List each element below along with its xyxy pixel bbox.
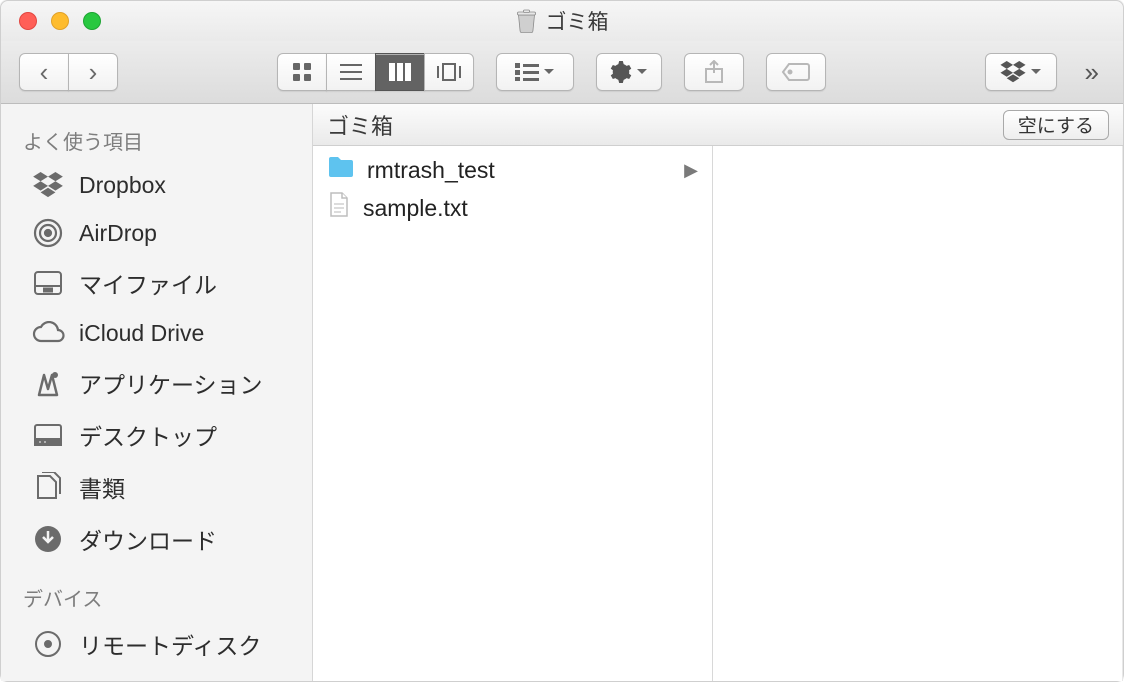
- toolbar-overflow-button[interactable]: »: [1079, 57, 1105, 88]
- column-1[interactable]: rmtrash_test ▶ sample.txt: [313, 146, 713, 681]
- share-button[interactable]: [684, 53, 744, 91]
- document-icon: [327, 192, 351, 224]
- dropbox-icon: [31, 170, 65, 200]
- sidebar: よく使う項目 Dropbox AirDrop マイファイル iCloud Dri…: [1, 104, 313, 681]
- chevron-down-icon: [543, 68, 555, 76]
- sidebar-item-label: Dropbox: [79, 172, 166, 199]
- sidebar-item-downloads[interactable]: ダウンロード: [1, 513, 312, 565]
- sidebar-item-documents[interactable]: 書類: [1, 461, 312, 513]
- window-title: ゴミ箱: [516, 6, 609, 36]
- trash-icon: [516, 9, 538, 33]
- sidebar-item-label: マイファイル: [79, 266, 217, 300]
- sidebar-item-remote-disc[interactable]: リモートディスク: [1, 618, 312, 670]
- title-bar: ゴミ箱: [1, 1, 1123, 41]
- back-button[interactable]: ‹: [19, 53, 69, 91]
- item-document[interactable]: sample.txt: [313, 188, 712, 228]
- item-name: sample.txt: [363, 195, 468, 222]
- view-column-button[interactable]: [375, 53, 425, 91]
- maximize-window-button[interactable]: [83, 12, 101, 30]
- path-bar: ゴミ箱 空にする: [313, 104, 1123, 146]
- toolbar: ‹ ›: [1, 41, 1123, 104]
- path-title: ゴミ箱: [327, 109, 393, 141]
- all-my-files-icon: [31, 268, 65, 298]
- coverflow-icon: [436, 63, 462, 81]
- sidebar-favorites-header: よく使う項目: [1, 118, 312, 161]
- sidebar-item-label: 書類: [79, 470, 125, 504]
- folder-icon: [327, 156, 355, 184]
- minimize-window-button[interactable]: [51, 12, 69, 30]
- list-icon: [340, 63, 362, 81]
- icloud-drive-icon: [31, 318, 65, 348]
- sidebar-item-all-my-files[interactable]: マイファイル: [1, 257, 312, 309]
- sidebar-item-label: デスクトップ: [79, 418, 217, 452]
- content-area: よく使う項目 Dropbox AirDrop マイファイル iCloud Dri…: [1, 104, 1123, 681]
- applications-icon: [31, 368, 65, 398]
- dropbox-icon: [1000, 61, 1026, 83]
- grid-icon: [292, 62, 312, 82]
- nav-buttons: ‹ ›: [19, 53, 118, 91]
- view-mode-buttons: [277, 53, 474, 91]
- view-icon-button[interactable]: [277, 53, 327, 91]
- chevron-right-icon: ▶: [684, 160, 698, 181]
- downloads-icon: [31, 524, 65, 554]
- sidebar-item-label: リモートディスク: [79, 627, 261, 661]
- dropbox-toolbar-button[interactable]: [985, 53, 1057, 91]
- sidebar-item-label: AirDrop: [79, 220, 157, 247]
- share-icon: [704, 60, 724, 84]
- chevron-down-icon: [1030, 68, 1042, 76]
- window-title-text: ゴミ箱: [546, 6, 609, 36]
- airdrop-icon: [31, 218, 65, 248]
- edit-tags-button[interactable]: [766, 53, 826, 91]
- finder-window: ゴミ箱 ‹ ›: [0, 0, 1124, 682]
- column-browser: rmtrash_test ▶ sample.txt: [313, 146, 1123, 681]
- empty-trash-button[interactable]: 空にする: [1003, 110, 1109, 140]
- documents-icon: [31, 472, 65, 502]
- desktop-icon: [31, 420, 65, 450]
- sidebar-devices-header: デバイス: [1, 575, 312, 618]
- sidebar-item-label: ダウンロード: [79, 522, 217, 556]
- chevron-down-icon: [636, 68, 648, 76]
- sidebar-item-applications[interactable]: アプリケーション: [1, 357, 312, 409]
- sidebar-item-dropbox[interactable]: Dropbox: [1, 161, 312, 209]
- column-2[interactable]: [713, 146, 1123, 681]
- item-name: rmtrash_test: [367, 157, 495, 184]
- arrange-icon: [515, 63, 539, 81]
- sidebar-item-airdrop[interactable]: AirDrop: [1, 209, 312, 257]
- sidebar-item-label: iCloud Drive: [79, 320, 204, 347]
- sidebar-item-icloud-drive[interactable]: iCloud Drive: [1, 309, 312, 357]
- sidebar-item-desktop[interactable]: デスクトップ: [1, 409, 312, 461]
- columns-icon: [389, 63, 411, 81]
- forward-button[interactable]: ›: [68, 53, 118, 91]
- view-coverflow-button[interactable]: [424, 53, 474, 91]
- action-button[interactable]: [596, 53, 662, 91]
- arrange-button[interactable]: [496, 53, 574, 91]
- close-window-button[interactable]: [19, 12, 37, 30]
- sidebar-item-label: アプリケーション: [79, 366, 263, 400]
- main-area: ゴミ箱 空にする rmtrash_test ▶ sample.txt: [313, 104, 1123, 681]
- item-folder[interactable]: rmtrash_test ▶: [313, 152, 712, 188]
- remote-disc-icon: [31, 629, 65, 659]
- view-list-button[interactable]: [326, 53, 376, 91]
- window-controls: [1, 12, 101, 30]
- empty-trash-label: 空にする: [1018, 111, 1094, 138]
- gear-icon: [610, 61, 632, 83]
- tag-icon: [781, 62, 811, 82]
